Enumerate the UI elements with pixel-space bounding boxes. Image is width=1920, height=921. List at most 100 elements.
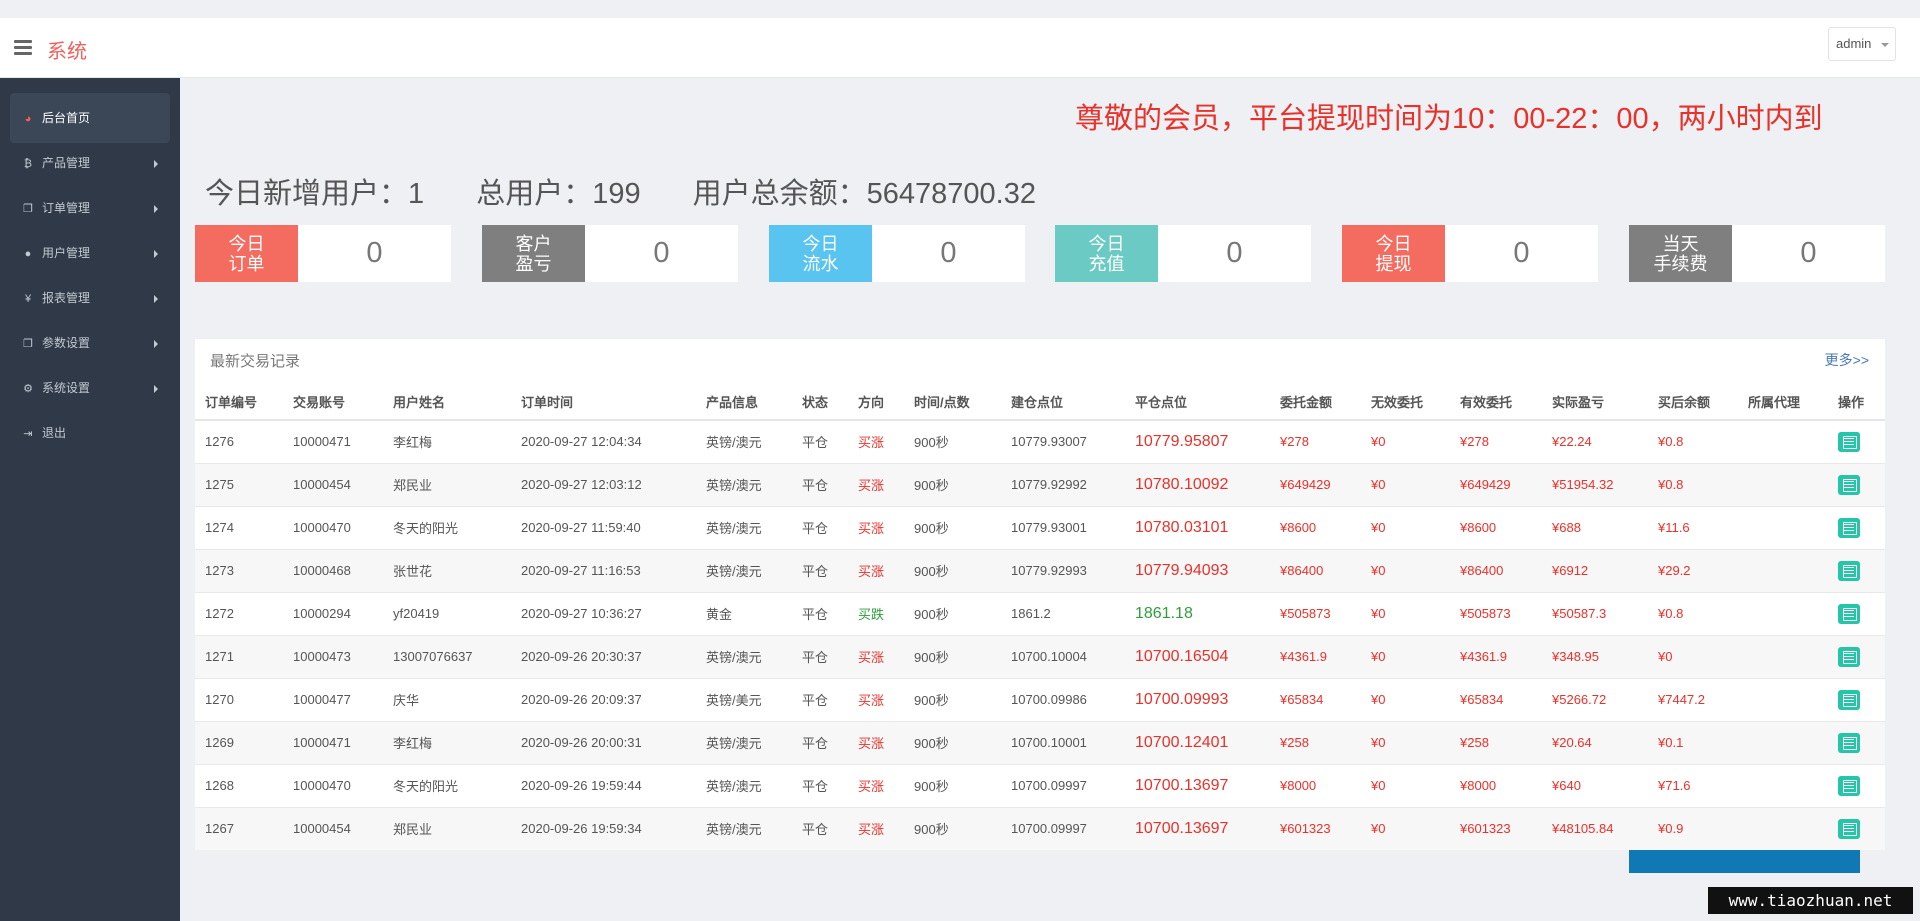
table-cell: ¥50587.3 [1542, 591, 1648, 635]
table-cell: 1267 [195, 806, 283, 850]
table-cell: ¥71.6 [1648, 763, 1738, 807]
table-cell: ¥649429 [1270, 462, 1361, 506]
table-cell: 10780.10092 [1125, 462, 1270, 506]
table-cell: ¥86400 [1270, 548, 1361, 592]
sidebar-item-4[interactable]: ¥ 报表管理 [10, 273, 170, 323]
table-cell: 郑民业 [383, 462, 511, 506]
action-cell [1828, 419, 1885, 463]
stat-card: 今日 充值 0 [1055, 225, 1311, 282]
table-cell [1738, 677, 1828, 721]
stat-card-label: 客户 盈亏 [482, 225, 585, 282]
detail-list-icon[interactable] [1838, 517, 1860, 538]
table-cell: ¥8000 [1270, 763, 1361, 807]
brand-title: 系统 [47, 41, 87, 63]
table-row: 1272 10000294 yf20419 2020-09-27 10:36:27 黄金… [195, 591, 1885, 635]
table-cell: 10780.03101 [1125, 505, 1270, 549]
table-cell: ¥6912 [1542, 548, 1648, 592]
table-cell: 10000468 [283, 548, 383, 592]
new-users-stat: 今日新增用户：1 [205, 178, 425, 210]
column-header: 无效委托 [1361, 383, 1450, 421]
sidebar-item-0[interactable]: ◕ 后台首页 [10, 93, 170, 143]
column-header: 所属代理 [1738, 383, 1828, 421]
action-cell [1828, 720, 1885, 764]
table-cell: ¥51954.32 [1542, 462, 1648, 506]
table-cell: ¥20.64 [1542, 720, 1648, 764]
user-dropdown[interactable]: admin [1828, 27, 1896, 61]
sidebar-item-6[interactable]: ⚙ 系统设置 [10, 363, 170, 413]
stat-card: 客户 盈亏 0 [482, 225, 738, 282]
table-row: 1269 10000471 李红梅 2020-09-26 20:00:31 英镑/澳元平… [195, 720, 1885, 764]
table-cell: 英镑/澳元 [696, 462, 792, 506]
chevron-right-icon [154, 385, 158, 393]
menu-toggle-icon[interactable] [14, 40, 32, 56]
table-row: 1267 10000454 郑民业 2020-09-26 19:59:34 英镑/澳元平… [195, 806, 1885, 850]
detail-list-icon[interactable] [1838, 818, 1860, 839]
table-header-row: 订单编号 交易账号 用户姓名 订单时间 产品信息 状态 方向 时间/点数 建仓点位 平仓点位 委托金… [195, 383, 1885, 421]
table-cell: 900秒 [904, 634, 1001, 678]
table-cell: ¥7447.2 [1648, 677, 1738, 721]
sidebar-item-3[interactable]: ● 用户管理 [10, 228, 170, 278]
sidebar-item-2[interactable]: ❐ 订单管理 [10, 183, 170, 233]
detail-list-icon[interactable] [1838, 646, 1860, 667]
column-header: 用户姓名 [383, 383, 511, 421]
total-users-stat: 总用户：199 [476, 178, 641, 210]
table-cell: 900秒 [904, 548, 1001, 592]
column-header: 实际盈亏 [1542, 383, 1648, 421]
sidebar-item-1[interactable]: ₿ 产品管理 [10, 138, 170, 188]
watermark: www.tiaozhuan.net [1708, 887, 1913, 914]
detail-list-icon[interactable] [1838, 474, 1860, 495]
table-cell: yf20419 [383, 591, 511, 635]
column-header: 状态 [792, 383, 848, 421]
sidebar-item-label: 订单管理 [42, 201, 91, 215]
detail-list-icon[interactable] [1838, 603, 1860, 624]
table-row: 1276 10000471 李红梅 2020-09-27 12:04:34 英镑/澳元平… [195, 419, 1885, 463]
chevron-right-icon [154, 250, 158, 258]
sidebar-item-5[interactable]: ❐ 参数设置 [10, 318, 170, 368]
table-cell: ¥0.8 [1648, 591, 1738, 635]
detail-list-icon[interactable] [1838, 431, 1860, 452]
action-cell [1828, 462, 1885, 506]
table-cell: 10700.09993 [1125, 677, 1270, 721]
table-cell: 2020-09-26 20:00:31 [511, 720, 696, 764]
table-cell: 1268 [195, 763, 283, 807]
table-cell: 英镑/澳元 [696, 548, 792, 592]
detail-list-icon[interactable] [1838, 689, 1860, 710]
table-cell: ¥65834 [1270, 677, 1361, 721]
stat-card-value: 0 [1800, 237, 1817, 269]
sidebar-item-label: 用户管理 [42, 246, 91, 260]
table-cell: 2020-09-26 19:59:34 [511, 806, 696, 850]
column-header: 交易账号 [283, 383, 383, 421]
table-cell: 2020-09-27 11:59:40 [511, 505, 696, 549]
stat-card-value: 0 [1226, 237, 1243, 269]
table-cell: ¥258 [1270, 720, 1361, 764]
table-cell: ¥601323 [1270, 806, 1361, 850]
table-cell: 10700.10004 [1001, 634, 1125, 678]
more-link[interactable]: 更多>> [1825, 350, 1869, 370]
table-cell: 900秒 [904, 806, 1001, 850]
table-cell: 1271 [195, 634, 283, 678]
table-cell: 10779.93001 [1001, 505, 1125, 549]
table-cell: 买跌 [848, 591, 904, 635]
sidebar-item-7[interactable]: ⇥ 退出 [10, 408, 170, 458]
table-cell: 10700.09997 [1001, 763, 1125, 807]
column-header: 建仓点位 [1001, 383, 1125, 421]
table-cell [1738, 548, 1828, 592]
column-header: 产品信息 [696, 383, 792, 421]
bitcoin-icon: ₿ [23, 158, 33, 170]
table-cell: ¥65834 [1450, 677, 1542, 721]
stat-card-label: 当天 手续费 [1629, 225, 1732, 282]
detail-list-icon[interactable] [1838, 775, 1860, 796]
table-cell: ¥0 [1361, 419, 1450, 463]
table-cell: 张世花 [383, 548, 511, 592]
table-cell: ¥0 [1361, 505, 1450, 549]
table-cell: ¥4361.9 [1450, 634, 1542, 678]
detail-list-icon[interactable] [1838, 732, 1860, 753]
table-cell: 1861.2 [1001, 591, 1125, 635]
detail-list-icon[interactable] [1838, 560, 1860, 581]
table-cell: ¥22.24 [1542, 419, 1648, 463]
table-cell [1738, 720, 1828, 764]
hidden-button-bar[interactable] [1629, 850, 1860, 873]
stat-card: 今日 订单 0 [195, 225, 451, 282]
table-cell: 900秒 [904, 720, 1001, 764]
action-cell [1828, 763, 1885, 807]
